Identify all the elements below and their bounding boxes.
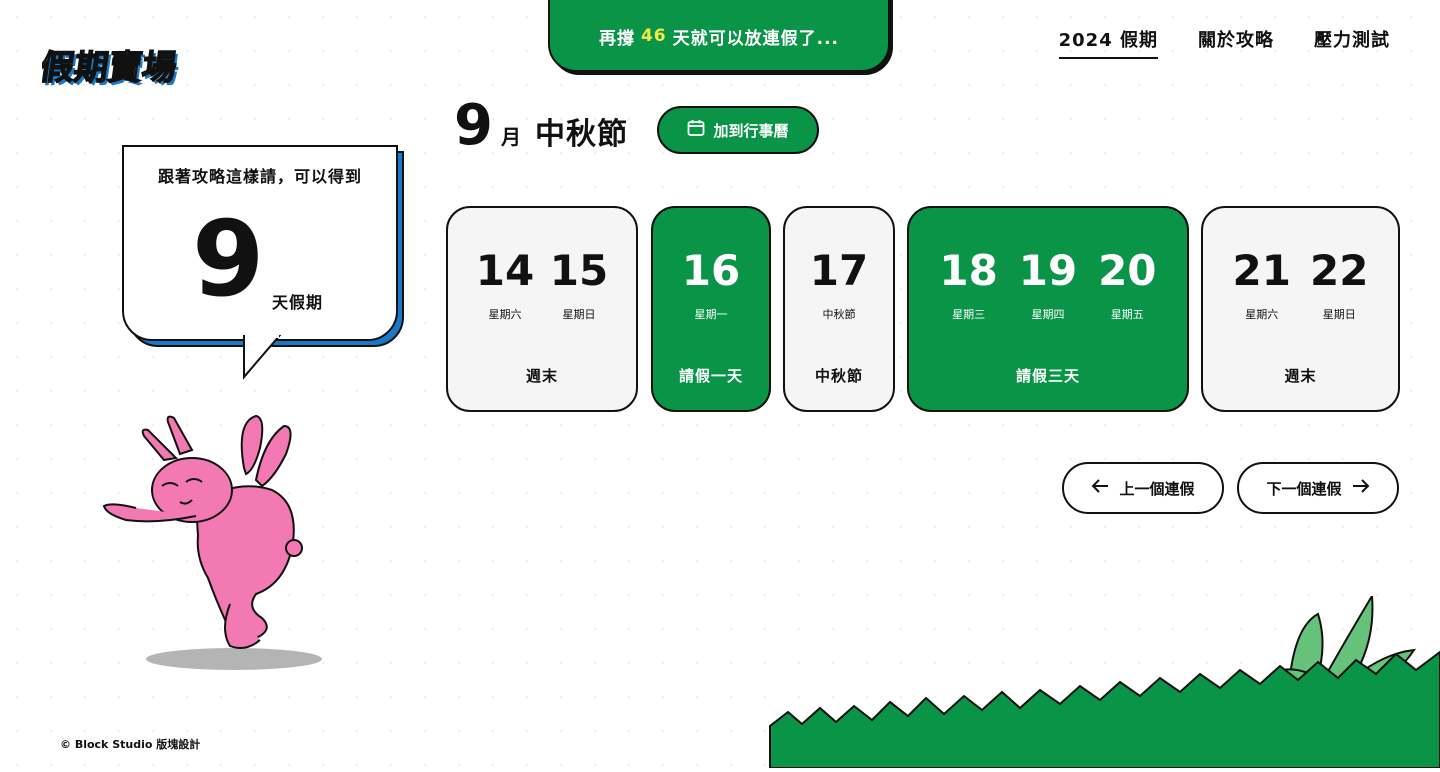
- day-weekday: 星期日: [1322, 308, 1356, 321]
- day-weekday: 星期四: [1031, 308, 1065, 321]
- bubble-days: 9: [192, 198, 265, 320]
- day-cell: 14 星期六: [470, 250, 540, 322]
- holiday-heading: 9 月 中秋節: [454, 98, 628, 154]
- day-number: 19: [1018, 246, 1078, 295]
- top-nav: 2024 假期 關於攻略 壓力測試: [1058, 26, 1390, 59]
- day-weekday: 星期三: [952, 308, 986, 321]
- day-card-festival: 17 中秋節 中秋節: [783, 206, 895, 412]
- day-number: 20: [1098, 246, 1157, 295]
- bubble-text: 跟著攻略這樣請，可以得到: [157, 167, 362, 186]
- day-number: 22: [1310, 246, 1369, 295]
- holiday-name: 中秋節: [534, 117, 628, 152]
- arrow-right-icon: [1352, 478, 1370, 498]
- day-weekday: 星期六: [1245, 308, 1279, 321]
- day-number: 17: [809, 246, 869, 295]
- prev-holiday-button[interactable]: 上一個連假: [1062, 462, 1224, 514]
- day-cell: 15 星期日: [544, 250, 614, 322]
- day-cell: 16 星期一: [676, 250, 746, 322]
- prev-holiday-label: 上一個連假: [1119, 479, 1195, 498]
- card-label: 請假一天: [678, 367, 743, 385]
- day-weekday: 中秋節: [822, 308, 856, 321]
- day-cell: 22 星期日: [1304, 250, 1374, 322]
- day-number: 14: [475, 246, 535, 295]
- day-card-weekend-2: 21 星期六 22 星期日 週末: [1201, 206, 1400, 412]
- next-holiday-button[interactable]: 下一個連假: [1237, 462, 1399, 514]
- day-weekday: 星期日: [562, 308, 596, 321]
- add-to-calendar-label: 加到行事曆: [713, 121, 789, 140]
- nav-item-2024-holidays[interactable]: 2024 假期: [1058, 26, 1158, 59]
- grass-decoration: [768, 592, 1440, 772]
- card-label: 週末: [525, 367, 558, 385]
- day-card-leave-three: 18 星期三 19 星期四 20 星期五 請假三天: [907, 206, 1189, 412]
- banner-days: 46: [640, 26, 667, 46]
- day-weekday: 星期五: [1110, 308, 1144, 321]
- banner-prefix: 再撐: [598, 28, 635, 49]
- day-card-leave-one: 16 星期一 請假一天: [651, 206, 771, 412]
- day-number: 16: [681, 246, 741, 295]
- day-cell: 21 星期六: [1227, 250, 1297, 322]
- nav-item-stress-test[interactable]: 壓力測試: [1314, 26, 1390, 59]
- month-label: 月: [500, 125, 521, 149]
- day-cell: 20 星期五: [1092, 250, 1162, 322]
- day-card-weekend-1: 14 星期六 15 星期日 週末: [446, 206, 638, 412]
- month-number: 9: [454, 93, 493, 158]
- day-cell: 17 中秋節: [805, 250, 873, 322]
- day-number: 21: [1232, 246, 1291, 295]
- logo[interactable]: 假期賣場 假期賣場: [37, 34, 202, 96]
- logo-image: 假期賣場 假期賣場: [37, 47, 182, 91]
- day-cell: 18 星期三: [934, 250, 1004, 322]
- arrow-left-icon: [1091, 478, 1109, 498]
- total-days-bubble: 跟著攻略這樣請，可以得到 9 天假期: [122, 145, 404, 380]
- day-weekday: 星期一: [694, 308, 728, 321]
- svg-text:假期賣場: 假期賣場: [42, 48, 179, 88]
- banner-suffix: 天就可以放連假了...: [672, 28, 840, 49]
- nav-item-about[interactable]: 關於攻略: [1198, 26, 1274, 59]
- day-number: 15: [549, 246, 609, 295]
- bubble-tail: [243, 335, 282, 380]
- bubble-unit: 天假期: [272, 293, 324, 312]
- rabbit-illustration: [96, 408, 336, 680]
- card-label: 週末: [1284, 367, 1317, 385]
- day-weekday: 星期六: [488, 308, 522, 321]
- add-to-calendar-button[interactable]: 加到行事曆: [657, 106, 819, 154]
- card-label: 中秋節: [814, 367, 863, 385]
- calendar-icon: [687, 119, 705, 141]
- countdown-banner: 再撐 46 天就可以放連假了...: [548, 0, 890, 72]
- day-cell: 19 星期四: [1013, 250, 1083, 322]
- footer-copyright: © Block Studio 版塊設計: [60, 738, 201, 751]
- day-number: 18: [939, 246, 998, 295]
- next-holiday-label: 下一個連假: [1266, 479, 1342, 498]
- card-label: 請假三天: [1015, 367, 1080, 385]
